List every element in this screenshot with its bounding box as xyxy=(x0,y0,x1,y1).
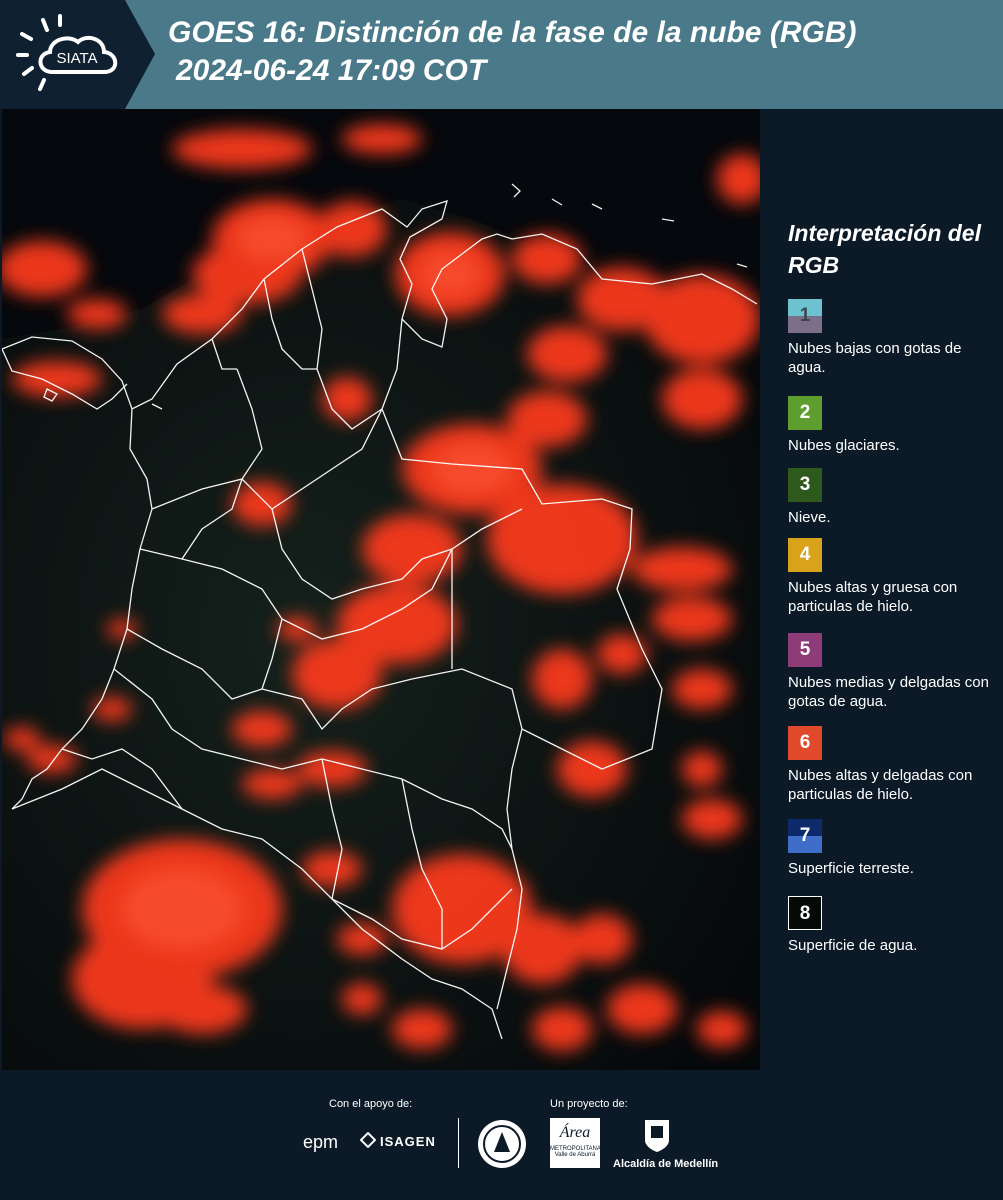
title-line-1: GOES 16: Distinción de la fase de la nub… xyxy=(168,16,857,49)
legend-swatch-7: 7 xyxy=(788,819,822,853)
seal-icon xyxy=(478,1120,526,1168)
logo-block: SIATA xyxy=(0,0,160,109)
header: SIATA GOES 16: Distinción de la fase de … xyxy=(0,0,1003,109)
legend-item-2: 2 Nubes glaciares. xyxy=(788,396,1003,455)
legend-label-5: Nubes medias y delgadas con gotas de agu… xyxy=(788,674,989,710)
legend-label-4: Nubes altas y gruesa con particulas de h… xyxy=(788,579,958,615)
footer: Con el apoyo de: Un proyecto de: epm ISA… xyxy=(0,1070,1003,1200)
epm-logo: epm xyxy=(303,1132,339,1152)
legend-label-6: Nubes altas y delgadas con particulas de… xyxy=(788,767,973,803)
rgb-cloud-phase-image xyxy=(2,109,760,1070)
satellite-map xyxy=(2,109,760,1070)
footer-divider xyxy=(458,1118,459,1168)
isagen-logo: ISAGEN xyxy=(380,1134,436,1149)
legend-label-3: Nieve. xyxy=(788,509,831,526)
medellin-logo-text: Alcaldía de Medellín xyxy=(613,1158,719,1170)
legend-item-5: 5 Nubes medias y delgadas con gotas de a… xyxy=(788,633,1003,711)
legend-item-6: 6 Nubes altas y delgadas con particulas … xyxy=(788,726,1003,804)
page-title: GOES 16: Distinción de la fase de la nub… xyxy=(168,14,856,90)
legend-panel: Interpretación del RGB 1 Nubes bajas con… xyxy=(762,109,1003,1070)
legend-label-8: Superficie de agua. xyxy=(788,937,918,954)
legend-item-7: 7 Superficie terreste. xyxy=(788,819,1003,878)
legend-label-7: Superficie terreste. xyxy=(788,860,914,877)
legend-swatch-2: 2 xyxy=(788,396,822,430)
title-line-2: 2024-06-24 17:09 COT xyxy=(176,54,487,87)
legend-swatch-6: 6 xyxy=(788,726,822,760)
legend-item-4: 4 Nubes altas y gruesa con particulas de… xyxy=(788,538,1003,616)
legend-label-2: Nubes glaciares. xyxy=(788,437,900,454)
support-label: Con el apoyo de: xyxy=(329,1098,413,1110)
legend-item-3: 3 Nieve. xyxy=(788,468,1003,527)
legend-item-8: 8 Superficie de agua. xyxy=(788,896,1003,955)
svg-text:SIATA: SIATA xyxy=(56,50,97,67)
legend-label-1: Nubes bajas con gotas de agua. xyxy=(788,340,962,376)
legend-swatch-3: 3 xyxy=(788,468,822,502)
isagen-icon xyxy=(360,1132,376,1148)
area-metropolitana-logo: Área METROPOLITANA Valle de Aburrá xyxy=(550,1118,601,1168)
project-label: Un proyecto de: xyxy=(550,1098,628,1110)
legend-swatch-1: 1 xyxy=(788,299,822,333)
medellin-shield-icon xyxy=(645,1120,669,1152)
siata-logo: SIATA xyxy=(0,0,155,109)
legend-item-1: 1 Nubes bajas con gotas de agua. xyxy=(788,299,1003,377)
legend-swatch-5: 5 xyxy=(788,633,822,667)
legend-swatch-4: 4 xyxy=(788,538,822,572)
legend-swatch-8: 8 xyxy=(788,896,822,930)
legend-title: Interpretación del RGB xyxy=(788,220,981,278)
